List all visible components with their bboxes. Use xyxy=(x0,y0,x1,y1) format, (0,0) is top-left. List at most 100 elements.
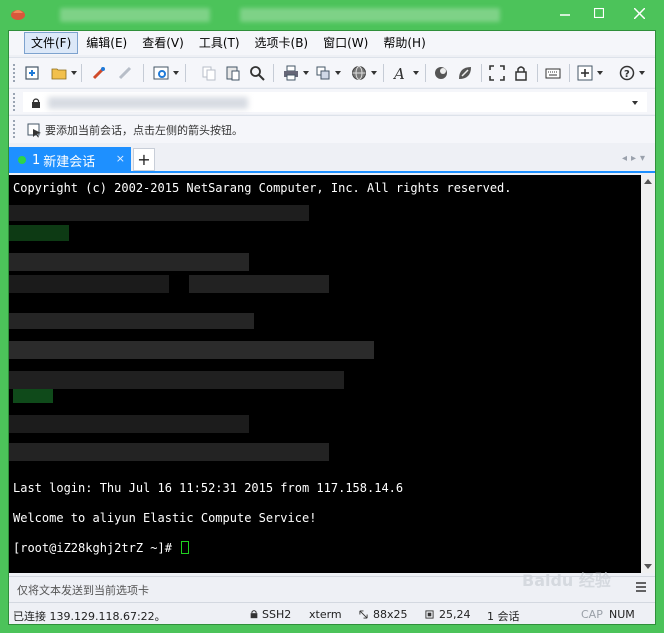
menu-tools[interactable]: 工具(T) xyxy=(192,32,247,54)
menu-help[interactable]: 帮助(H) xyxy=(376,32,432,54)
status-num-lock: NUM xyxy=(609,608,635,621)
new-tab-button[interactable]: + xyxy=(133,148,155,171)
hintbar-grip[interactable] xyxy=(13,120,16,138)
copy-icon xyxy=(202,66,216,81)
tab-session-1[interactable]: 1 新建会话 × xyxy=(9,147,131,173)
open-button[interactable] xyxy=(49,63,69,83)
properties-icon xyxy=(153,66,169,80)
maximize-button[interactable] xyxy=(582,0,616,26)
xftp-button[interactable] xyxy=(431,63,451,83)
status-cursor-position: 25,24 xyxy=(439,608,471,621)
help-button[interactable]: ? xyxy=(617,63,637,83)
disconnect-button[interactable] xyxy=(115,63,135,83)
print-dropdown-caret[interactable] xyxy=(303,71,309,75)
terminal-copyright-line: Copyright (c) 2002-2015 NetSarang Comput… xyxy=(13,181,512,195)
globe-icon xyxy=(352,66,366,80)
printer-icon xyxy=(284,65,298,81)
plug-icon xyxy=(92,66,106,80)
redacted-block xyxy=(9,313,254,329)
redacted-block xyxy=(9,253,249,271)
toolbar-separator xyxy=(383,64,384,82)
paste-button[interactable] xyxy=(223,63,243,83)
status-bar: 已连接 139.129.118.67:22。 SSH2 xterm 88x25 … xyxy=(9,602,655,624)
redacted-block xyxy=(9,275,169,293)
globe-button[interactable] xyxy=(349,63,369,83)
xmanager-button[interactable] xyxy=(455,63,475,83)
status-terminal-type: xterm xyxy=(309,608,342,621)
transfer-icon xyxy=(316,66,330,80)
toolbar-separator xyxy=(569,64,570,82)
redacted-block xyxy=(13,389,53,403)
help-icon: ? xyxy=(619,65,635,81)
toolbar-separator xyxy=(81,64,82,82)
maximize-icon xyxy=(594,8,604,18)
find-button[interactable] xyxy=(247,63,267,83)
font-dropdown-caret[interactable] xyxy=(413,71,419,75)
properties-dropdown-caret[interactable] xyxy=(173,71,179,75)
add-session-arrow-icon[interactable] xyxy=(27,122,43,138)
xshell-app-icon xyxy=(11,10,25,20)
terminal-last-login-line: Last login: Thu Jul 16 11:52:31 2015 fro… xyxy=(13,481,404,495)
properties-button[interactable] xyxy=(151,63,171,83)
terminal-output[interactable]: Copyright (c) 2002-2015 NetSarang Comput… xyxy=(9,175,641,573)
keyboard-button[interactable] xyxy=(543,63,563,83)
scroll-up-arrow-icon[interactable] xyxy=(644,179,652,184)
tab-scroll-arrows[interactable]: ◂▸▾ xyxy=(622,153,649,164)
title-bar[interactable] xyxy=(0,0,664,30)
connect-button[interactable] xyxy=(89,63,109,83)
title-text-redacted-2 xyxy=(240,8,500,22)
menu-window[interactable]: 窗口(W) xyxy=(316,32,375,54)
transfer-button[interactable] xyxy=(313,63,333,83)
fullscreen-button[interactable] xyxy=(487,63,507,83)
app-window: 文件(F) 编辑(E) 查看(V) 工具(T) 选项卡(B) 窗口(W) 帮助(… xyxy=(0,0,664,633)
terminal-scrollbar[interactable] xyxy=(641,175,655,573)
transfer-dropdown-caret[interactable] xyxy=(335,71,341,75)
minimize-button[interactable] xyxy=(548,0,582,26)
cursor-position-icon xyxy=(425,610,434,619)
lock-icon xyxy=(250,610,258,619)
toolbar-separator xyxy=(185,64,186,82)
help-dropdown-caret[interactable] xyxy=(639,71,645,75)
menu-tabs[interactable]: 选项卡(B) xyxy=(248,32,316,54)
redacted-block xyxy=(9,415,249,433)
close-icon xyxy=(633,7,645,19)
print-button[interactable] xyxy=(281,63,301,83)
address-input[interactable] xyxy=(23,92,647,112)
menu-edit[interactable]: 编辑(E) xyxy=(79,32,134,54)
font-button[interactable]: A xyxy=(391,63,411,83)
new-session-icon xyxy=(25,66,39,80)
toolbar: A ? xyxy=(9,57,655,87)
lock-button[interactable] xyxy=(511,63,531,83)
keyboard-icon xyxy=(545,68,561,79)
copy-button[interactable] xyxy=(199,63,219,83)
svg-text:?: ? xyxy=(624,69,630,80)
terminal-prompt-line: [root@iZ28kghj2trZ ~]# xyxy=(13,541,190,555)
connected-status-dot xyxy=(18,156,26,164)
redacted-block xyxy=(9,205,309,221)
toolbar-separator xyxy=(481,64,482,82)
toolbar-grip[interactable] xyxy=(13,64,16,82)
fullscreen-icon xyxy=(489,65,505,81)
folder-icon xyxy=(51,68,67,80)
new-session-button[interactable] xyxy=(23,63,43,83)
redacted-block xyxy=(9,443,329,461)
globe-dropdown-caret[interactable] xyxy=(371,71,377,75)
lock-icon xyxy=(32,98,40,108)
close-window-button[interactable] xyxy=(616,0,662,26)
paste-icon xyxy=(226,66,240,81)
status-connected: 已连接 139.129.118.67:22。 xyxy=(13,610,166,623)
xmanager-icon xyxy=(459,67,471,79)
open-dropdown-caret[interactable] xyxy=(71,71,77,75)
tab-close-icon[interactable]: × xyxy=(116,152,125,165)
scroll-down-arrow-icon[interactable] xyxy=(644,564,652,569)
add-dropdown-caret[interactable] xyxy=(597,71,603,75)
menu-file[interactable]: 文件(F) xyxy=(24,32,79,54)
addressbar-grip[interactable] xyxy=(13,93,16,111)
address-dropdown-caret[interactable] xyxy=(632,101,638,105)
tab-label: 新建会话 xyxy=(43,154,96,170)
status-caps-lock: CAP xyxy=(581,608,603,621)
redacted-block xyxy=(9,225,69,241)
menu-view[interactable]: 查看(V) xyxy=(135,32,191,54)
menu-lines-icon[interactable] xyxy=(635,580,647,594)
add-button[interactable] xyxy=(575,63,595,83)
